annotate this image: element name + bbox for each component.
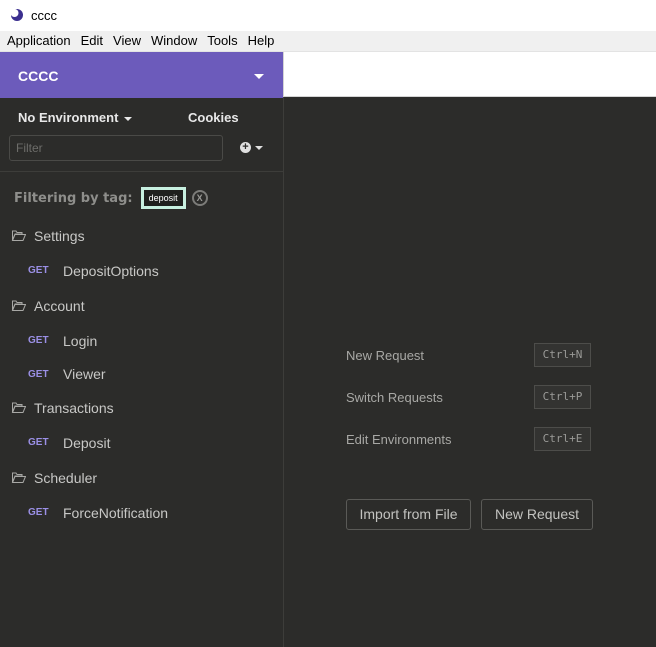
request-item-viewer[interactable]: GET Viewer xyxy=(0,358,283,390)
menu-view[interactable]: View xyxy=(110,31,144,51)
shortcut-edit-environments: Edit Environments Ctrl+E xyxy=(346,427,596,453)
method-badge: GET xyxy=(28,335,49,346)
cookies-button[interactable]: Cookies xyxy=(188,110,239,125)
plus-circle-icon: + xyxy=(240,142,251,153)
shortcut-keys: Ctrl+P xyxy=(534,385,591,409)
workspace-dropdown[interactable]: CCCC xyxy=(0,52,283,98)
folder-open-icon xyxy=(11,230,26,241)
request-label: DepositOptions xyxy=(63,262,159,279)
filter-tag-label: Filtering by tag: xyxy=(14,190,133,206)
moon-logo-icon xyxy=(10,9,23,21)
shortcut-keys: Ctrl+N xyxy=(534,343,591,367)
shortcut-switch-requests: Switch Requests Ctrl+P xyxy=(346,385,596,411)
chevron-down-icon xyxy=(124,116,133,121)
menu-bar: Application Edit View Window Tools Help xyxy=(0,31,656,52)
environment-dropdown[interactable]: No Environment xyxy=(18,110,133,125)
clear-tag-icon[interactable]: X xyxy=(191,190,208,206)
method-badge: GET xyxy=(28,437,49,448)
import-from-file-button[interactable]: Import from File xyxy=(346,499,471,530)
request-item-depositoptions[interactable]: GET DepositOptions xyxy=(0,253,283,288)
folder-label: Scheduler xyxy=(34,469,98,486)
active-tag-chip: deposit xyxy=(140,187,186,209)
chevron-down-icon xyxy=(255,145,263,150)
filter-input[interactable] xyxy=(9,135,223,161)
sidebar: CCCC No Environment Cookies + Filtering … xyxy=(0,52,283,647)
shortcut-label: New Request xyxy=(346,348,425,363)
request-label: Viewer xyxy=(63,366,106,382)
folder-label: Settings xyxy=(34,227,85,244)
environment-row: No Environment Cookies xyxy=(0,98,283,134)
menu-window[interactable]: Window xyxy=(148,31,200,51)
folder-open-icon xyxy=(11,300,26,311)
workspace-name: CCCC xyxy=(18,68,59,84)
folder-open-icon xyxy=(11,402,26,413)
menu-edit[interactable]: Edit xyxy=(78,31,106,51)
request-url-bar-area xyxy=(283,52,656,97)
folder-scheduler[interactable]: Scheduler xyxy=(0,460,283,495)
request-label: Login xyxy=(63,332,98,349)
folder-settings[interactable]: Settings xyxy=(0,218,283,253)
shortcut-keys: Ctrl+E xyxy=(534,427,591,451)
main-pane: New Request Ctrl+N Switch Requests Ctrl+… xyxy=(283,97,656,647)
request-label: ForceNotification xyxy=(63,504,169,521)
folder-transactions[interactable]: Transactions xyxy=(0,390,283,425)
folder-label: Transactions xyxy=(34,399,114,416)
window-titlebar: cccc xyxy=(0,0,656,31)
new-request-button[interactable]: New Request xyxy=(481,499,593,530)
request-item-login[interactable]: GET Login xyxy=(0,323,283,358)
environment-label: No Environment xyxy=(18,110,119,125)
chevron-down-icon xyxy=(254,74,264,79)
shortcut-label: Edit Environments xyxy=(346,432,452,447)
divider xyxy=(0,171,283,172)
add-request-dropdown[interactable]: + xyxy=(240,142,263,153)
folder-label: Account xyxy=(34,297,85,314)
method-badge: GET xyxy=(28,368,49,380)
request-item-forcenotification[interactable]: GET ForceNotification xyxy=(0,495,283,530)
folder-open-icon xyxy=(11,472,26,483)
tag-filter-bar: Filtering by tag: deposit X xyxy=(14,187,208,209)
shortcut-label: Switch Requests xyxy=(346,390,443,405)
request-label: Deposit xyxy=(63,434,111,451)
window-title: cccc xyxy=(31,8,57,23)
shortcut-new-request: New Request Ctrl+N xyxy=(346,343,596,369)
menu-tools[interactable]: Tools xyxy=(204,31,240,51)
menu-application[interactable]: Application xyxy=(4,31,74,51)
request-tree: Settings GET DepositOptions Account GET … xyxy=(0,218,283,530)
method-badge: GET xyxy=(28,507,49,518)
folder-account[interactable]: Account xyxy=(0,288,283,323)
method-badge: GET xyxy=(28,265,49,276)
menu-help[interactable]: Help xyxy=(245,31,278,51)
request-item-deposit[interactable]: GET Deposit xyxy=(0,425,283,460)
